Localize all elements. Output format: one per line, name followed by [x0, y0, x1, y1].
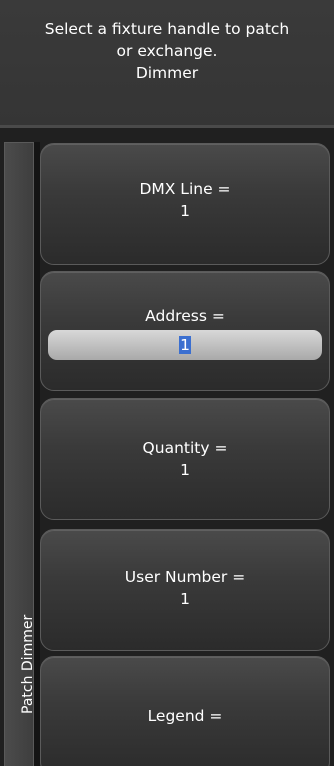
- address-label: Address =: [145, 307, 225, 325]
- address-value: 1: [179, 336, 191, 354]
- address-softkey[interactable]: Address = 1: [40, 271, 330, 391]
- address-input[interactable]: 1: [48, 330, 322, 360]
- dmx-line-value: 1: [180, 202, 190, 220]
- prompt-area: Select a fixture handle to patch or exch…: [0, 0, 334, 128]
- user-number-value: 1: [180, 590, 190, 608]
- dmx-line-label: DMX Line =: [139, 180, 231, 198]
- dmx-line-softkey[interactable]: DMX Line = 1: [40, 143, 330, 265]
- patch-dimmer-panel: Select a fixture handle to patch or exch…: [0, 0, 334, 766]
- quantity-value: 1: [180, 461, 190, 479]
- user-number-label: User Number =: [124, 568, 246, 586]
- prompt-line-2: or exchange.: [116, 42, 218, 60]
- user-number-softkey[interactable]: User Number = 1: [40, 529, 330, 651]
- legend-label: Legend =: [147, 707, 223, 725]
- prompt-line-3: Dimmer: [135, 64, 199, 82]
- quantity-softkey[interactable]: Quantity = 1: [40, 398, 330, 520]
- patch-dimmer-tab[interactable]: Patch Dimmer: [4, 142, 36, 766]
- legend-softkey[interactable]: Legend =: [40, 656, 330, 766]
- quantity-label: Quantity =: [142, 439, 228, 457]
- prompt-line-1: Select a fixture handle to patch: [44, 20, 290, 38]
